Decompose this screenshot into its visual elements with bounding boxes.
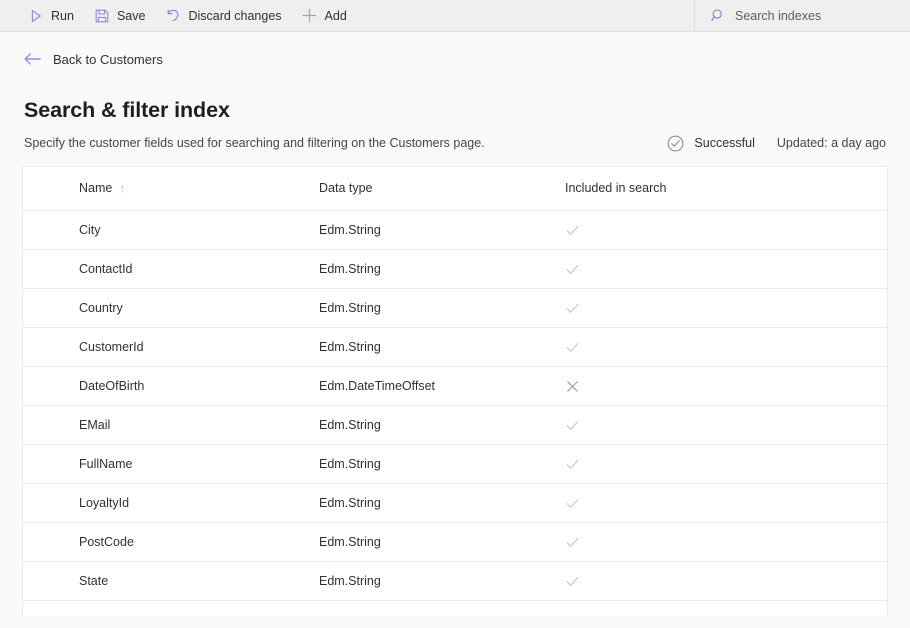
back-navigation-bar: Back to Customers xyxy=(0,32,910,78)
run-button-label: Run xyxy=(51,9,74,23)
save-floppy-icon xyxy=(94,8,110,24)
back-to-customers-link[interactable]: Back to Customers xyxy=(24,52,163,66)
cell-included-in-search[interactable] xyxy=(565,445,887,484)
table-row[interactable]: StateEdm.String xyxy=(23,562,887,601)
table-row[interactable]: CountryEdm.String xyxy=(23,289,887,328)
status-badge: Successful xyxy=(667,135,754,152)
status-group: Successful Updated: a day ago xyxy=(667,135,886,152)
check-icon xyxy=(565,496,887,511)
table-header-row: Name ↑ Data type Included in search xyxy=(23,167,887,211)
cell-data-type: Edm.DateTimeOffset xyxy=(319,367,565,406)
table-row[interactable]: ContactIdEdm.String xyxy=(23,250,887,289)
discard-changes-button[interactable]: Discard changes xyxy=(155,0,291,31)
cell-included-in-search[interactable] xyxy=(565,328,887,367)
check-icon xyxy=(565,262,887,277)
run-button[interactable]: Run xyxy=(18,0,84,31)
check-icon xyxy=(565,223,887,238)
back-to-customers-label: Back to Customers xyxy=(53,53,163,66)
sort-ascending-icon: ↑ xyxy=(119,182,125,194)
fields-table: Name ↑ Data type Included in search City… xyxy=(23,167,887,602)
table-row[interactable]: LoyaltyIdEdm.String xyxy=(23,484,887,523)
column-header-included-in-search-label: Included in search xyxy=(565,181,666,195)
page-title: Search & filter index xyxy=(24,98,888,123)
column-header-data-type-label: Data type xyxy=(319,181,373,195)
fields-grid-card: Name ↑ Data type Included in search City… xyxy=(22,166,888,616)
cell-data-type: Edm.String xyxy=(319,523,565,562)
column-header-name-label: Name xyxy=(79,181,112,195)
cell-included-in-search[interactable] xyxy=(565,562,887,601)
discard-changes-button-label: Discard changes xyxy=(188,9,281,23)
table-row[interactable]: DateOfBirthEdm.DateTimeOffset xyxy=(23,367,887,406)
check-icon xyxy=(565,457,887,472)
cell-included-in-search[interactable] xyxy=(565,211,887,250)
cell-included-in-search[interactable] xyxy=(565,406,887,445)
cell-field-name: Country xyxy=(23,289,319,328)
column-header-name[interactable]: Name ↑ xyxy=(23,167,319,211)
cell-included-in-search[interactable] xyxy=(565,289,887,328)
updated-timestamp: Updated: a day ago xyxy=(777,137,886,150)
check-icon xyxy=(565,418,887,433)
cell-data-type: Edm.String xyxy=(319,445,565,484)
page-header: Search & filter index Specify the custom… xyxy=(0,78,910,152)
cell-included-in-search[interactable] xyxy=(565,250,887,289)
table-row[interactable]: FullNameEdm.String xyxy=(23,445,887,484)
cell-included-in-search[interactable] xyxy=(565,484,887,523)
plus-icon xyxy=(302,8,318,24)
check-icon xyxy=(565,340,887,355)
cell-data-type: Edm.String xyxy=(319,484,565,523)
check-icon xyxy=(565,535,887,550)
check-icon xyxy=(565,301,887,316)
page-description: Specify the customer fields used for sea… xyxy=(24,136,485,151)
cell-field-name: EMail xyxy=(23,406,319,445)
cell-field-name: State xyxy=(23,562,319,601)
cell-data-type: Edm.String xyxy=(319,328,565,367)
cell-data-type: Edm.String xyxy=(319,562,565,601)
save-button-label: Save xyxy=(117,9,146,23)
search-indexes-input[interactable] xyxy=(735,9,896,23)
undo-arrow-icon xyxy=(165,8,181,24)
run-triangle-icon xyxy=(28,8,44,24)
cell-data-type: Edm.String xyxy=(319,211,565,250)
cell-data-type: Edm.String xyxy=(319,250,565,289)
column-header-included-in-search[interactable]: Included in search xyxy=(565,167,887,211)
cell-field-name: PostCode xyxy=(23,523,319,562)
table-row[interactable]: CityEdm.String xyxy=(23,211,887,250)
cell-field-name: CustomerId xyxy=(23,328,319,367)
save-button[interactable]: Save xyxy=(84,0,156,31)
cross-icon xyxy=(565,379,887,394)
table-row[interactable]: CustomerIdEdm.String xyxy=(23,328,887,367)
cell-data-type: Edm.String xyxy=(319,406,565,445)
table-body: CityEdm.StringContactIdEdm.StringCountry… xyxy=(23,211,887,601)
table-row[interactable]: EMailEdm.String xyxy=(23,406,887,445)
add-button-label: Add xyxy=(325,9,347,23)
search-indexes-container[interactable] xyxy=(694,0,910,31)
search-icon xyxy=(711,8,726,23)
command-bar: Run Save Discard changes xyxy=(0,0,910,32)
cell-field-name: City xyxy=(23,211,319,250)
command-bar-actions: Run Save Discard changes xyxy=(0,0,357,31)
check-icon xyxy=(565,574,887,589)
table-row[interactable]: PostCodeEdm.String xyxy=(23,523,887,562)
add-button[interactable]: Add xyxy=(292,0,357,31)
page-subheader-row: Specify the customer fields used for sea… xyxy=(24,135,888,152)
cell-field-name: ContactId xyxy=(23,250,319,289)
column-header-data-type[interactable]: Data type xyxy=(319,167,565,211)
arrow-left-icon xyxy=(24,52,41,66)
cell-data-type: Edm.String xyxy=(319,289,565,328)
cell-field-name: DateOfBirth xyxy=(23,367,319,406)
cell-field-name: FullName xyxy=(23,445,319,484)
cell-included-in-search[interactable] xyxy=(565,367,887,406)
circle-check-icon xyxy=(667,135,684,152)
cell-field-name: LoyaltyId xyxy=(23,484,319,523)
status-label: Successful xyxy=(694,137,754,150)
table-header: Name ↑ Data type Included in search xyxy=(23,167,887,211)
cell-included-in-search[interactable] xyxy=(565,523,887,562)
